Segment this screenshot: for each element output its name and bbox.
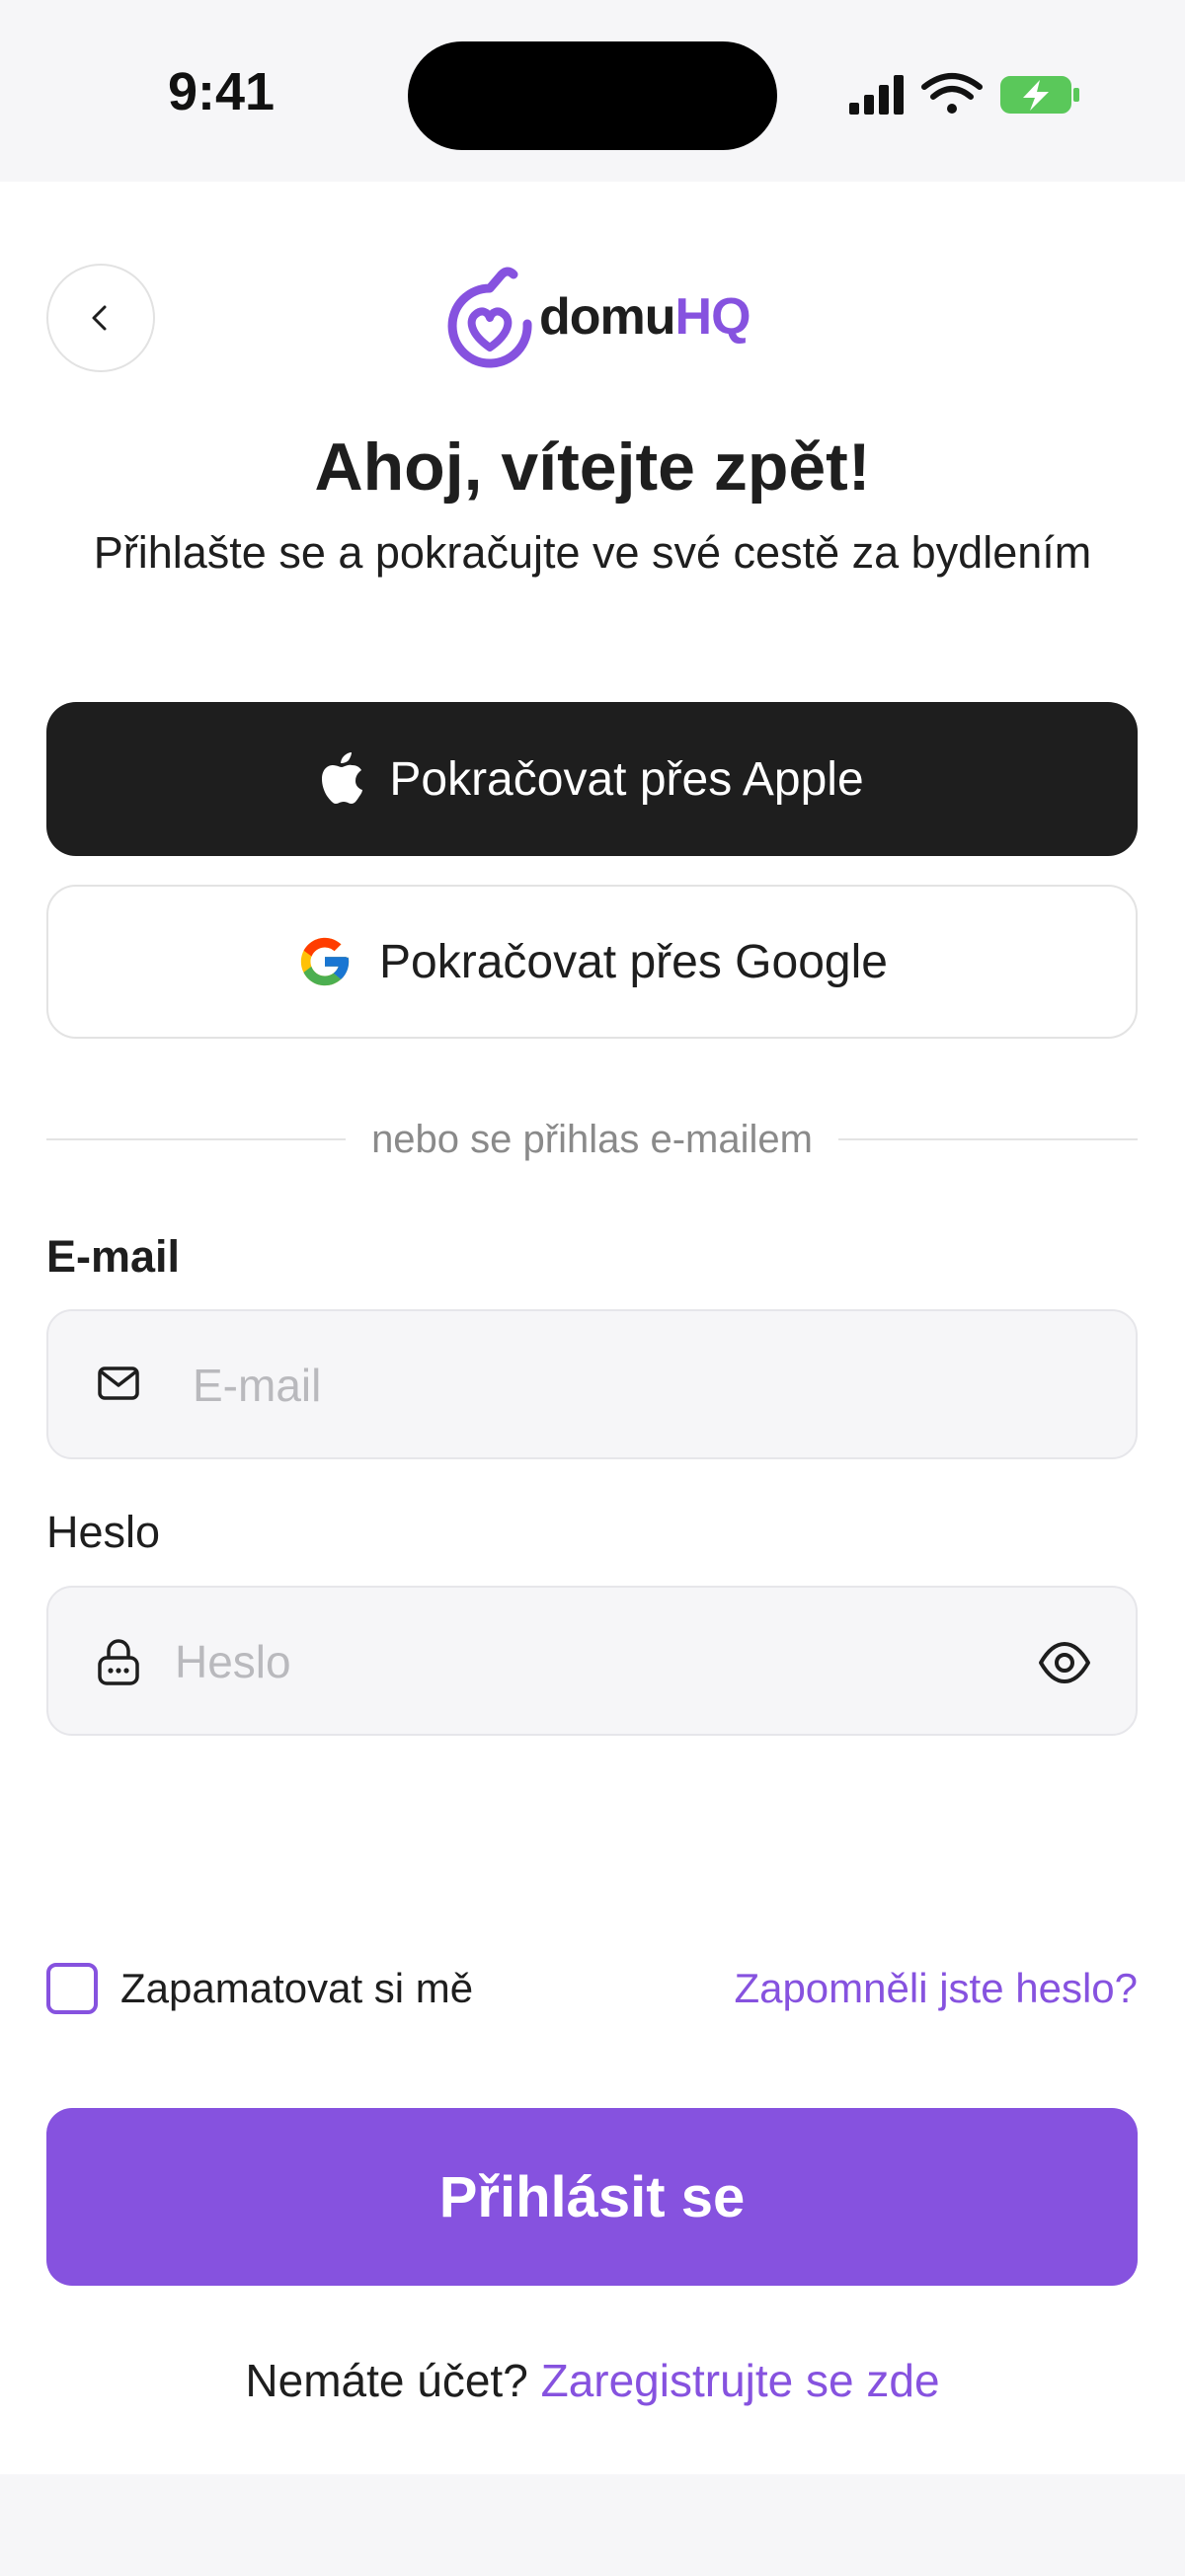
or-divider: nebo se přihlas e-mailem [46, 1115, 1138, 1164]
login-button[interactable]: Přihlásit se [46, 2108, 1138, 2286]
continue-with-apple-button[interactable]: Pokračovat přes Apple [46, 702, 1138, 856]
back-button[interactable] [46, 264, 155, 372]
forgot-password-link[interactable]: Zapomněli jste heslo? [734, 1963, 1138, 2014]
eye-icon[interactable] [1037, 1635, 1092, 1690]
signup-question: Nemáte účet? [245, 2355, 528, 2406]
email-label: E-mail [46, 1231, 181, 1282]
remember-me-label[interactable]: Zapamatovat si mě [120, 1963, 473, 2014]
email-field[interactable] [191, 1311, 1083, 1459]
logo-text: domuHQ [539, 287, 751, 347]
divider-text: nebo se přihlas e-mailem [371, 1117, 813, 1161]
bottom-bar [0, 2474, 1185, 2576]
status-time: 9:41 [168, 62, 276, 121]
status-bar: 9:41 [0, 0, 1185, 182]
status-icons [849, 73, 1079, 115]
page-subtitle: Přihlašte se a pokračujte ve své cestě z… [93, 527, 1092, 578]
google-icon [296, 933, 354, 990]
heart-house-icon [447, 267, 532, 368]
continue-with-google-button[interactable]: Pokračovat přes Google [46, 885, 1138, 1039]
dynamic-island [408, 41, 777, 150]
password-field-container[interactable] [46, 1586, 1138, 1736]
mail-icon [98, 1366, 139, 1400]
signup-prompt: Nemáte účet? Zaregistrujte se zde [0, 2354, 1185, 2407]
logo-text-hq: HQ [674, 288, 751, 346]
signup-link[interactable]: Zaregistrujte se zde [541, 2355, 940, 2406]
google-button-label: Pokračovat přes Google [379, 935, 888, 988]
apple-icon [320, 752, 363, 806]
divider-line-right [837, 1138, 1138, 1140]
lock-icon [98, 1639, 139, 1685]
divider-line-left [46, 1138, 347, 1140]
email-field-container[interactable] [46, 1309, 1138, 1459]
page-title: Ahoj, vítejte zpět! [314, 429, 871, 505]
password-label: Heslo [46, 1507, 161, 1557]
chevron-left-icon [92, 305, 107, 331]
signal-icon [849, 75, 904, 115]
password-field[interactable] [173, 1588, 987, 1736]
remember-me-checkbox[interactable] [46, 1963, 98, 2014]
logo: domuHQ [442, 263, 751, 371]
apple-button-label: Pokračovat přes Apple [389, 752, 864, 806]
login-screen: domuHQ Ahoj, vítejte zpět! Přihlašte se … [0, 182, 1185, 2474]
battery-charging-icon [1000, 76, 1079, 114]
wifi-icon [921, 73, 983, 114]
logo-text-domu: domu [539, 288, 676, 346]
